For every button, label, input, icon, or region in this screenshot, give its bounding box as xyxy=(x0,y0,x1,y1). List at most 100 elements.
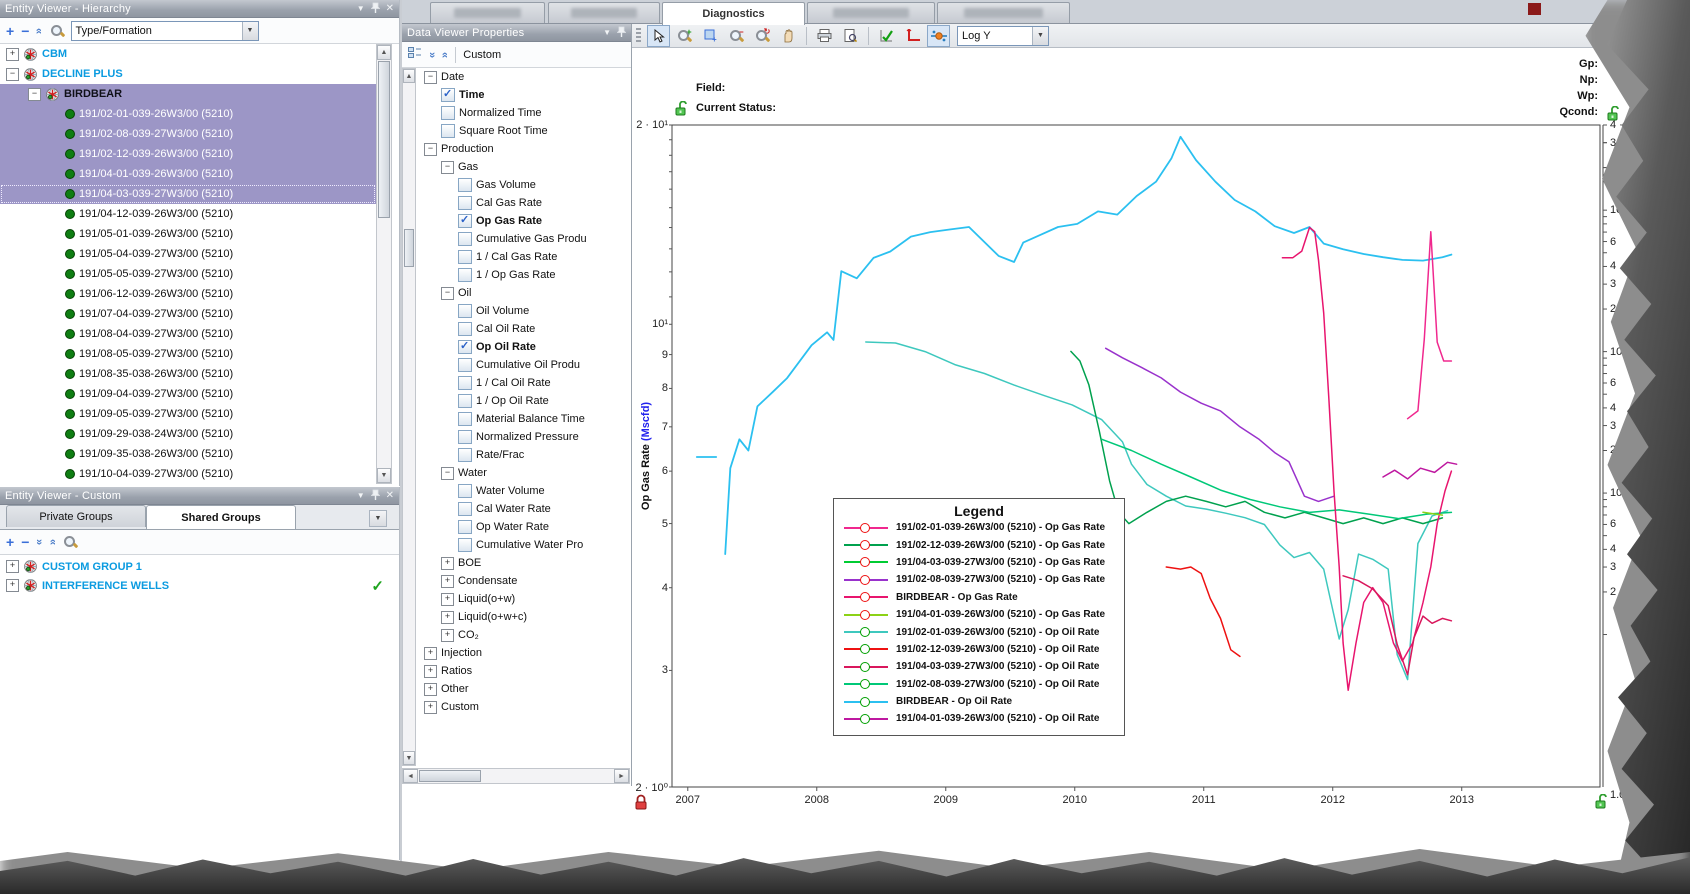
scroll-up-icon[interactable]: ▲ xyxy=(377,45,391,60)
hierarchy-titlebar[interactable]: Entity Viewer - Hierarchy ▼ ✕ xyxy=(0,0,399,18)
zoom-reset-button[interactable]: ↻ xyxy=(751,25,774,47)
property-checkbox-row[interactable]: Normalized Pressure xyxy=(416,428,631,446)
expand-plus-icon[interactable]: + xyxy=(441,628,454,642)
hierarchy-vertical-scrollbar[interactable]: ▲ ▼ xyxy=(376,44,392,484)
checkbox[interactable] xyxy=(458,412,472,426)
tab-diagnostics[interactable]: Diagnostics xyxy=(662,2,805,25)
search-icon[interactable] xyxy=(50,24,64,38)
expand-plus-icon[interactable]: + xyxy=(424,700,437,714)
checkbox[interactable] xyxy=(458,304,472,318)
checkbox[interactable] xyxy=(441,106,455,120)
hierarchy-well-row[interactable]: 191/02-08-039-27W3/00 (5210) xyxy=(0,124,376,144)
property-checkbox-row[interactable]: Cal Gas Rate xyxy=(416,194,631,212)
property-category-row[interactable]: + Ratios xyxy=(416,662,631,680)
property-checkbox-row[interactable]: Cumulative Gas Produ xyxy=(416,230,631,248)
pin-icon[interactable] xyxy=(370,2,381,16)
hierarchy-well-row[interactable]: 191/02-01-039-26W3/00 (5210) xyxy=(0,104,376,124)
property-category-row[interactable]: + Other xyxy=(416,680,631,698)
hierarchy-well-row[interactable]: 191/05-05-039-27W3/00 (5210) xyxy=(0,264,376,284)
series-line[interactable] xyxy=(1165,566,1241,658)
toolbar-grip[interactable] xyxy=(636,27,641,44)
chevron-down-icon[interactable]: ▼ xyxy=(603,28,611,37)
series-line[interactable] xyxy=(1101,438,1453,520)
property-checkbox-row[interactable]: 1 / Cal Gas Rate xyxy=(416,248,631,266)
checkbox[interactable] xyxy=(441,87,455,102)
checkbox[interactable] xyxy=(458,268,472,282)
checkbox[interactable] xyxy=(458,520,472,534)
checkbox[interactable] xyxy=(458,250,472,264)
expand-all-icon[interactable]: » xyxy=(33,539,45,545)
property-checkbox-row[interactable]: Normalized Time xyxy=(416,104,631,122)
property-category-row[interactable]: − Water xyxy=(416,464,631,482)
hierarchy-well-row[interactable]: 191/05-01-039-26W3/00 (5210) xyxy=(0,224,376,244)
expand-plus-icon[interactable]: + xyxy=(424,682,437,696)
right-axis-unlock-icon[interactable] xyxy=(1594,793,1609,810)
status-unlock-icon[interactable] xyxy=(674,100,689,117)
property-checkbox-row[interactable]: Material Balance Time xyxy=(416,410,631,428)
checkbox[interactable] xyxy=(458,213,472,228)
scroll-down-icon[interactable]: ▼ xyxy=(403,751,415,765)
zoom-out-button[interactable]: − xyxy=(725,25,748,47)
custom-group-row[interactable]: + CUSTOM GROUP 1 xyxy=(0,557,396,576)
property-category-row[interactable]: + Liquid(o+w) xyxy=(416,590,631,608)
hierarchy-group-row[interactable]: + CBM xyxy=(0,44,376,64)
hierarchy-well-row[interactable]: 191/04-12-039-26W3/00 (5210) xyxy=(0,204,376,224)
collapse-all-icon[interactable]: » xyxy=(47,539,59,545)
property-category-row[interactable]: + Injection xyxy=(416,644,631,662)
dvp-vertical-scrollbar[interactable]: ▲ ▼ xyxy=(402,68,416,766)
property-checkbox-row[interactable]: Op Gas Rate xyxy=(416,212,631,230)
expand-plus-icon[interactable]: + xyxy=(6,47,19,61)
scrollbar-thumb[interactable] xyxy=(378,61,390,218)
pin-icon[interactable] xyxy=(616,26,627,40)
property-checkbox-row[interactable]: Oil Volume xyxy=(416,302,631,320)
apply-chart-button[interactable] xyxy=(875,25,898,47)
property-checkbox-row[interactable]: Gas Volume xyxy=(416,176,631,194)
scrollbar-thumb[interactable] xyxy=(404,229,414,267)
hierarchy-well-row[interactable]: 191/04-03-039-27W3/00 (5210) xyxy=(0,184,376,204)
property-category-row[interactable]: + Liquid(o+w+c) xyxy=(416,608,631,626)
hierarchy-well-row[interactable]: 191/04-01-039-26W3/00 (5210) xyxy=(0,164,376,184)
property-checkbox-row[interactable]: Square Root Time xyxy=(416,122,631,140)
zoom-in-button[interactable]: + xyxy=(673,25,696,47)
chevron-down-icon[interactable]: ▼ xyxy=(357,4,365,13)
checkbox[interactable] xyxy=(458,394,472,408)
hierarchy-well-row[interactable]: 191/07-04-039-27W3/00 (5210) xyxy=(0,304,376,324)
add-group-button[interactable]: + xyxy=(6,535,14,549)
hierarchy-well-row[interactable]: 191/09-29-038-24W3/00 (5210) xyxy=(0,424,376,444)
tab-redacted-1[interactable] xyxy=(548,2,660,23)
tab-private-groups[interactable]: Private Groups xyxy=(6,505,146,527)
property-category-row[interactable]: + CO₂ xyxy=(416,626,631,644)
data-points-toggle-button[interactable] xyxy=(927,24,950,47)
scrollbar-thumb[interactable] xyxy=(419,770,481,782)
expand-plus-icon[interactable]: + xyxy=(441,610,454,624)
scroll-down-icon[interactable]: ▼ xyxy=(377,468,391,483)
hierarchy-group-row[interactable]: − BIRDBEAR xyxy=(0,84,376,104)
property-checkbox-row[interactable]: 1 / Op Gas Rate xyxy=(416,266,631,284)
hierarchy-well-row[interactable]: 191/09-35-038-26W3/00 (5210) xyxy=(0,444,376,464)
zoom-window-button[interactable]: + xyxy=(699,25,722,47)
hierarchy-group-row[interactable]: − DECLINE PLUS xyxy=(0,64,376,84)
tab-redacted-4[interactable] xyxy=(937,2,1070,23)
expand-plus-icon[interactable]: + xyxy=(424,664,437,678)
checkbox[interactable] xyxy=(458,376,472,390)
property-checkbox-row[interactable]: Cal Oil Rate xyxy=(416,320,631,338)
pan-hand-button[interactable] xyxy=(777,25,800,47)
custom-group-row[interactable]: + INTERFERENCE WELLS ✓ xyxy=(0,576,396,595)
collapse-minus-icon[interactable]: − xyxy=(441,466,454,480)
tab-redacted-3[interactable] xyxy=(807,2,935,23)
hierarchy-well-row[interactable]: 191/06-12-039-26W3/00 (5210) xyxy=(0,284,376,304)
property-checkbox-row[interactable]: Cal Water Rate xyxy=(416,500,631,518)
custom-titlebar[interactable]: Entity Viewer - Custom ▼ ✕ xyxy=(0,487,399,505)
dvp-horizontal-scrollbar[interactable]: ◄ ► xyxy=(402,768,630,784)
property-checkbox-row[interactable]: Cumulative Oil Produ xyxy=(416,356,631,374)
hierarchy-well-row[interactable]: 191/08-04-039-27W3/00 (5210) xyxy=(0,324,376,344)
property-checkbox-row[interactable]: Cumulative Water Pro xyxy=(416,536,631,554)
print-button[interactable] xyxy=(813,25,836,47)
plot-canvas[interactable] xyxy=(632,48,1690,894)
property-checkbox-row[interactable]: Op Water Rate xyxy=(416,518,631,536)
y-scale-combobox[interactable]: Log Y ▼ xyxy=(957,25,1049,46)
collapse-minus-icon[interactable]: − xyxy=(441,160,454,174)
tab-shared-groups[interactable]: Shared Groups xyxy=(146,505,296,529)
checkbox[interactable] xyxy=(458,232,472,246)
collapse-minus-icon[interactable]: − xyxy=(441,286,454,300)
